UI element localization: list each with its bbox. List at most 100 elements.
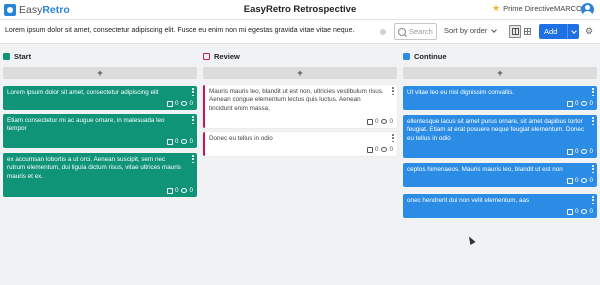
card[interactable]: Etiam consectetur mi ac augue ornare, in… xyxy=(3,114,197,148)
card-text: Mauris mauris leo, blandit ut est non, u… xyxy=(209,88,384,112)
comment-icon[interactable] xyxy=(181,139,188,145)
thumbs-up-icon[interactable] xyxy=(366,118,373,125)
card[interactable]: ceptos himenaeos. Mauris mauris leo, bla… xyxy=(403,163,597,187)
columns-view-button[interactable] xyxy=(509,25,521,38)
card[interactable]: Mauris mauris leo, blandit ut est non, u… xyxy=(203,85,397,128)
sort-select[interactable]: Sort by order xyxy=(444,26,498,35)
column-marker-icon xyxy=(403,52,410,60)
thumbs-up-icon[interactable] xyxy=(566,208,573,215)
prime-directive-label: Prime Directive xyxy=(503,4,554,13)
like-count: 0 xyxy=(374,145,379,153)
card-footer: 0 0 xyxy=(166,99,193,108)
column-header: Review xyxy=(203,50,397,62)
card-menu-icon[interactable] xyxy=(592,117,594,125)
column-start: Start + Lorem ipsum dolor sit amet, cons… xyxy=(3,50,197,197)
add-card-button[interactable]: + xyxy=(403,67,597,79)
thumbs-up-icon[interactable] xyxy=(566,100,573,107)
card-footer: 0 0 xyxy=(566,176,593,185)
search-box[interactable] xyxy=(394,23,439,40)
comment-icon[interactable] xyxy=(581,178,588,184)
comment-count: 0 xyxy=(389,145,393,153)
board-toolbar: Lorem ipsum dolor sit amet, consectetur … xyxy=(0,20,600,44)
sort-label: Sort by order xyxy=(444,26,488,35)
column-review: Review + Mauris mauris leo, blandit ut e… xyxy=(203,50,397,156)
column-header: Continue xyxy=(403,50,597,62)
card[interactable]: ellentesque lacus sit amet purus ornare,… xyxy=(403,115,597,158)
card-footer: 0 0 xyxy=(566,99,593,108)
card-menu-icon[interactable] xyxy=(192,88,194,96)
card-menu-icon[interactable] xyxy=(192,155,194,163)
comment-count: 0 xyxy=(189,186,193,194)
comment-icon[interactable] xyxy=(581,209,588,215)
card-menu-icon[interactable] xyxy=(392,87,394,95)
username-label[interactable]: MARCO xyxy=(554,4,582,13)
like-count: 0 xyxy=(174,99,179,107)
add-card-button[interactable]: + xyxy=(3,67,197,79)
column-title: Start xyxy=(14,51,32,61)
column-marker-icon xyxy=(3,52,10,60)
star-icon: ★ xyxy=(492,3,501,13)
card-text: Lorem ipsum dolor sit amet, consectetur … xyxy=(7,89,159,96)
comment-count: 0 xyxy=(589,207,593,215)
card-text: ex accumsan lobortis a ut orci. Aenean s… xyxy=(7,156,181,180)
card-text: ellentesque lacus sit amet purus ornare,… xyxy=(407,118,585,142)
card-footer: 0 0 xyxy=(166,137,193,146)
card[interactable]: Donec eu tellus in odio 0 0 xyxy=(203,132,397,156)
thumbs-up-icon[interactable] xyxy=(366,146,373,153)
prime-directive-link[interactable]: ★ Prime Directive xyxy=(492,3,554,14)
card[interactable]: ex accumsan lobortis a ut orci. Aenean s… xyxy=(3,153,197,197)
avatar[interactable] xyxy=(581,3,594,16)
column-title: Review xyxy=(214,51,240,61)
card[interactable]: Ut vitae leo eu nisl dignissim convallis… xyxy=(403,86,597,110)
card-text: Etiam consectetur mi ac augue ornare, in… xyxy=(7,117,165,133)
thumbs-up-icon[interactable] xyxy=(566,177,573,184)
comment-icon[interactable] xyxy=(181,188,188,194)
column-title: Continue xyxy=(414,51,447,61)
thumbs-up-icon[interactable] xyxy=(166,138,173,145)
card-footer: 0 0 xyxy=(166,186,193,195)
like-count: 0 xyxy=(574,176,579,184)
like-count: 0 xyxy=(174,137,179,145)
board-description: Lorem ipsum dolor sit amet, consectetur … xyxy=(5,27,355,34)
comment-count: 0 xyxy=(589,147,593,155)
card-footer: 0 0 xyxy=(566,207,593,216)
card-text: Donec eu tellus in odio xyxy=(209,135,273,142)
comment-icon[interactable] xyxy=(381,119,388,125)
add-button[interactable]: Add xyxy=(539,24,579,39)
add-card-button[interactable]: + xyxy=(203,67,397,79)
thumbs-up-icon[interactable] xyxy=(166,187,173,194)
card-menu-icon[interactable] xyxy=(592,196,594,204)
comment-icon[interactable] xyxy=(181,101,188,107)
chevron-down-icon xyxy=(570,27,577,34)
card-text: Ut vitae leo eu nisl dignissim convallis… xyxy=(407,89,515,96)
card-footer: 0 0 xyxy=(366,145,393,154)
card-menu-icon[interactable] xyxy=(392,134,394,142)
add-button-label: Add xyxy=(544,27,558,36)
column-header: Start xyxy=(3,50,197,62)
grid-view-icon[interactable] xyxy=(524,28,531,35)
card-menu-icon[interactable] xyxy=(192,116,194,124)
like-count: 0 xyxy=(574,207,579,215)
columns-icon xyxy=(511,28,519,35)
thumbs-up-icon[interactable] xyxy=(566,148,573,155)
card[interactable]: Lorem ipsum dolor sit amet, consectetur … xyxy=(3,86,197,110)
card-text: onec hendrerit dui non velit elementum, … xyxy=(407,197,530,204)
thumbs-up-icon[interactable] xyxy=(166,100,173,107)
card-menu-icon[interactable] xyxy=(592,165,594,173)
comment-icon[interactable] xyxy=(381,147,388,153)
status-dot-icon xyxy=(380,29,386,35)
comment-icon[interactable] xyxy=(581,149,588,155)
mouse-cursor-icon xyxy=(466,235,476,245)
comment-icon[interactable] xyxy=(581,101,588,107)
like-count: 0 xyxy=(374,117,379,125)
card-menu-icon[interactable] xyxy=(592,88,594,96)
gear-icon[interactable]: ⚙ xyxy=(585,27,594,36)
comment-count: 0 xyxy=(589,176,593,184)
chevron-down-icon xyxy=(491,26,498,33)
card[interactable]: onec hendrerit dui non velit elementum, … xyxy=(403,194,597,218)
search-input[interactable] xyxy=(409,27,439,36)
add-dropdown-toggle[interactable] xyxy=(567,24,579,39)
like-count: 0 xyxy=(174,186,179,194)
comment-count: 0 xyxy=(589,99,593,107)
comment-count: 0 xyxy=(189,99,193,107)
